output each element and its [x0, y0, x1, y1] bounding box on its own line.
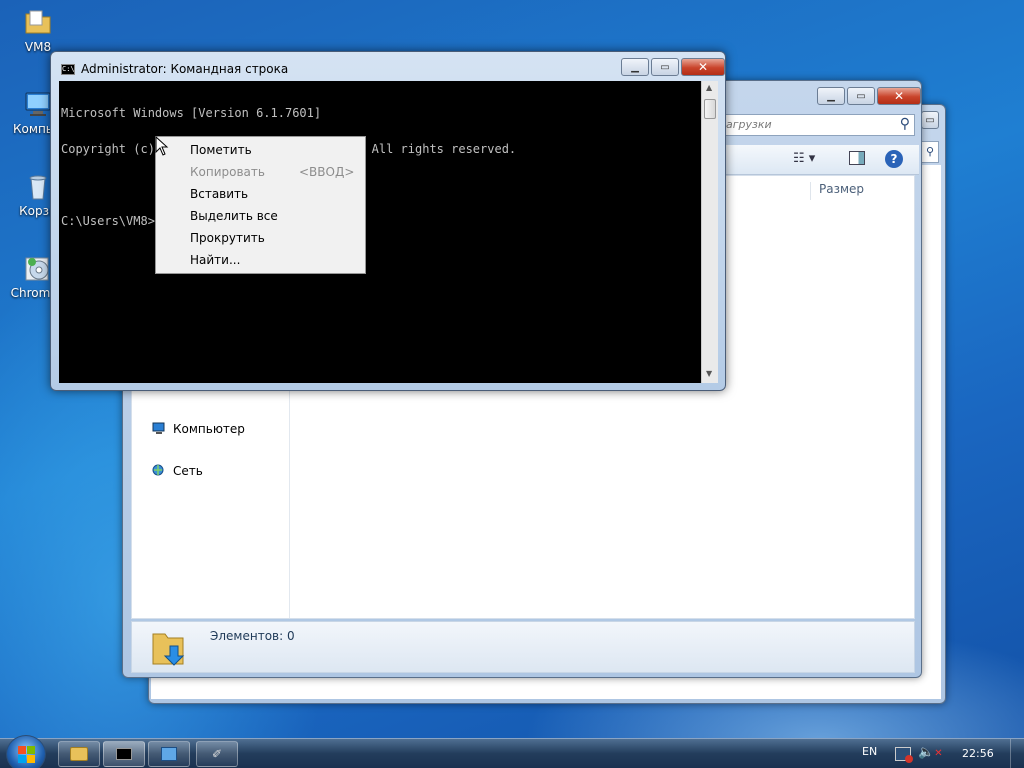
menu-item-select-all[interactable]: Выделить все: [156, 205, 365, 227]
search-icon: ⚲: [899, 116, 910, 132]
menu-item-shortcut: <ВВОД>: [299, 165, 355, 179]
clock[interactable]: 22:56: [962, 747, 994, 760]
network-status-icon[interactable]: [895, 747, 913, 763]
volume-muted-icon[interactable]: 🔈✕: [918, 745, 943, 760]
start-button[interactable]: [6, 735, 46, 768]
taskbar-app-button[interactable]: ✐: [196, 741, 238, 767]
menu-item-label: Выделить все: [190, 209, 278, 223]
cmd-minimize-button[interactable]: ▁: [621, 58, 649, 76]
scroll-down-arrow-icon[interactable]: ▼: [706, 369, 712, 378]
folder-icon: [22, 6, 54, 38]
taskbar-control-panel-button[interactable]: [148, 741, 190, 767]
network-icon: [152, 464, 168, 478]
minimize-button[interactable]: ▁: [817, 87, 845, 105]
cmd-scrollbar[interactable]: ▲ ▼: [701, 81, 718, 383]
menu-item-label: Копировать: [190, 165, 265, 179]
desktop: VM8 Компью Корзи ChromeS ▭ ⚲ ▁ ▭ ✕ агруз…: [0, 0, 1024, 738]
status-item-count: Элементов: 0: [210, 629, 295, 643]
folder-icon: [70, 747, 88, 761]
downloads-folder-icon: [150, 628, 186, 668]
menu-item-label: Вставить: [190, 187, 249, 201]
menu-item-paste[interactable]: Вставить: [156, 183, 365, 205]
taskbar: ✐ EN 🔈✕ 22:56: [0, 735, 1024, 768]
nav-item-label: Компьютер: [173, 422, 245, 436]
show-desktop-button[interactable]: [1010, 739, 1024, 768]
console-line: Microsoft Windows [Version 6.1.7601]: [61, 106, 322, 120]
menu-item-label: Прокрутить: [190, 231, 265, 245]
nav-item-label: Сеть: [173, 464, 203, 478]
view-options-icon[interactable]: ☷ ▾: [793, 151, 815, 166]
language-indicator[interactable]: EN: [862, 745, 877, 758]
search-box[interactable]: агрузки ⚲: [719, 114, 915, 136]
menu-item-label: Найти...: [190, 253, 241, 267]
scroll-thumb[interactable]: [704, 99, 716, 119]
search-input[interactable]: агрузки: [726, 118, 772, 131]
menu-item-label: Пометить: [190, 143, 252, 157]
mouse-cursor-icon: [155, 135, 169, 156]
taskbar-explorer-button[interactable]: [58, 741, 100, 767]
desktop-icon-vm8[interactable]: VM8: [0, 6, 76, 54]
cmd-close-button[interactable]: ✕: [681, 58, 725, 76]
context-menu: Пометить Копировать <ВВОД> Вставить Выде…: [155, 136, 366, 274]
computer-icon: [152, 422, 168, 436]
menu-item-scroll[interactable]: Прокрутить: [156, 227, 365, 249]
control-panel-icon: [161, 747, 177, 761]
help-icon[interactable]: ?: [885, 150, 903, 168]
details-pane: Элементов: 0: [131, 621, 915, 673]
windows-logo-icon: [17, 745, 35, 763]
cmd-window[interactable]: C:\ Administrator: Командная строка ▁ ▭ …: [50, 51, 726, 391]
maximize-button[interactable]: ▭: [847, 87, 875, 105]
cmd-window-title: Administrator: Командная строка: [81, 62, 289, 76]
desktop-icon-label: VM8: [24, 40, 52, 54]
paint-brush-icon: ✐: [211, 747, 223, 761]
column-header-size[interactable]: Размер: [810, 182, 920, 200]
menu-item-find[interactable]: Найти...: [156, 249, 365, 271]
cmd-maximize-button[interactable]: ▭: [651, 58, 679, 76]
cmd-window-icon: C:\: [61, 64, 75, 75]
nav-item-computer[interactable]: Компьютер: [152, 421, 245, 437]
close-button[interactable]: ✕: [877, 87, 921, 105]
nav-item-network[interactable]: Сеть: [152, 463, 203, 479]
menu-item-mark[interactable]: Пометить: [156, 139, 365, 161]
restore-button[interactable]: ▭: [921, 111, 939, 129]
menu-item-copy[interactable]: Копировать <ВВОД>: [156, 161, 365, 183]
cmd-icon: [116, 748, 132, 760]
taskbar-cmd-button[interactable]: [103, 741, 145, 767]
scroll-up-arrow-icon[interactable]: ▲: [706, 83, 712, 92]
preview-pane-icon[interactable]: [849, 151, 865, 165]
search-icon: ⚲: [925, 145, 934, 158]
